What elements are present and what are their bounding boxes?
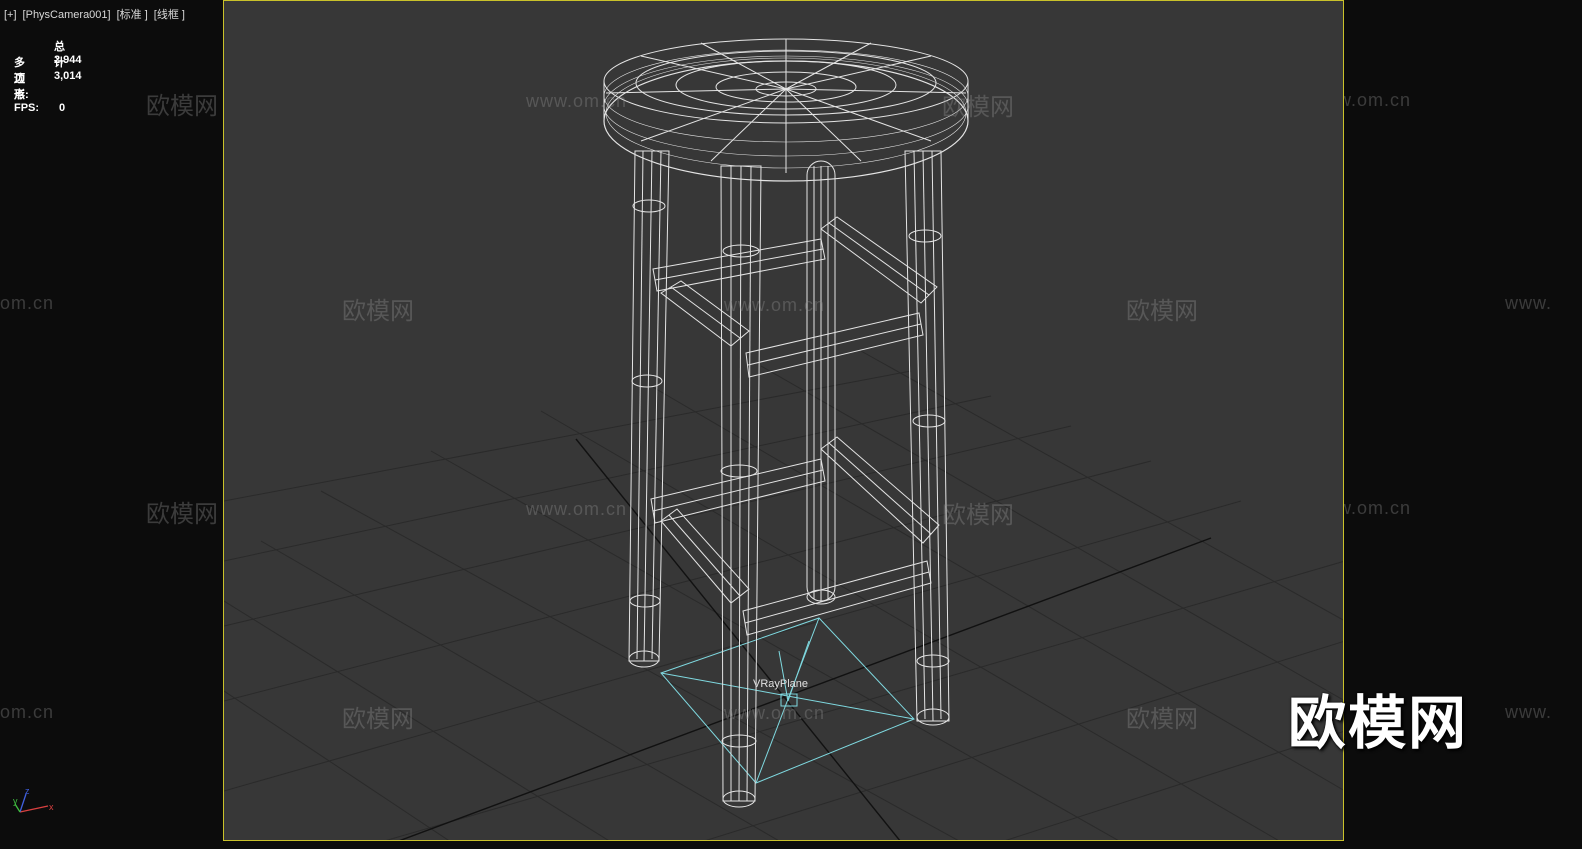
stool-seat: [603, 38, 969, 182]
stool-leg-left: [628, 150, 670, 668]
viewport-label: [+] [PhysCamera001] [标准 ] [线框 ]: [4, 6, 191, 22]
viewport-mode-menu[interactable]: [标准 ]: [117, 9, 148, 21]
watermark-cn: 欧模网: [342, 705, 414, 733]
gizmo-x-label: x: [49, 802, 54, 812]
polygons-value: 2,944: [54, 54, 82, 66]
fps-label: FPS:: [14, 102, 40, 114]
watermark-url: www.: [1505, 702, 1553, 722]
watermark-cn: 欧模网: [146, 92, 218, 120]
watermark-cn: 欧模网: [1126, 297, 1198, 325]
watermark-cn: 欧模网: [342, 297, 414, 325]
perspective-viewport[interactable]: www.om.cn 欧模网 欧模网 www.om.cn 欧模网 www.om.c…: [223, 0, 1344, 841]
vray-plane: [660, 617, 915, 784]
watermark-url: om.cn: [0, 293, 55, 313]
axis-gizmo: x y z: [13, 786, 54, 813]
viewport-camera-menu[interactable]: [PhysCamera001]: [23, 9, 111, 21]
vertices-value: 3,014: [54, 70, 82, 82]
viewport-shading-menu[interactable]: [线框 ]: [154, 9, 185, 21]
watermark-url: www.: [1505, 293, 1553, 313]
watermark-cn: 欧模网: [942, 93, 1014, 121]
watermark-url: www.om.cn: [724, 703, 826, 723]
stool-stretcher-lower: [650, 436, 940, 636]
vertices-label: 顶点:: [14, 73, 29, 101]
gizmo-z-label: z: [25, 786, 30, 796]
watermark-cn: 欧模网: [942, 501, 1014, 529]
watermark-cn: 欧模网: [146, 500, 218, 528]
fps-value: 0: [59, 102, 66, 114]
stool-leg-back: [806, 160, 836, 605]
watermark-url: www.om.cn: [526, 499, 628, 519]
watermark-url: om.cn: [0, 702, 55, 722]
brand-logo: 欧模网: [1288, 689, 1469, 757]
ground-grid: [224, 350, 1343, 840]
viewport-menu-plus[interactable]: [+]: [4, 9, 17, 21]
watermark-url: www.om.cn: [724, 295, 826, 315]
watermark-url: www.om.cn: [526, 91, 628, 111]
vray-plane-label: VRayPlane: [753, 678, 809, 690]
gizmo-y-label: y: [13, 796, 18, 806]
watermark-cn: 欧模网: [1126, 705, 1198, 733]
